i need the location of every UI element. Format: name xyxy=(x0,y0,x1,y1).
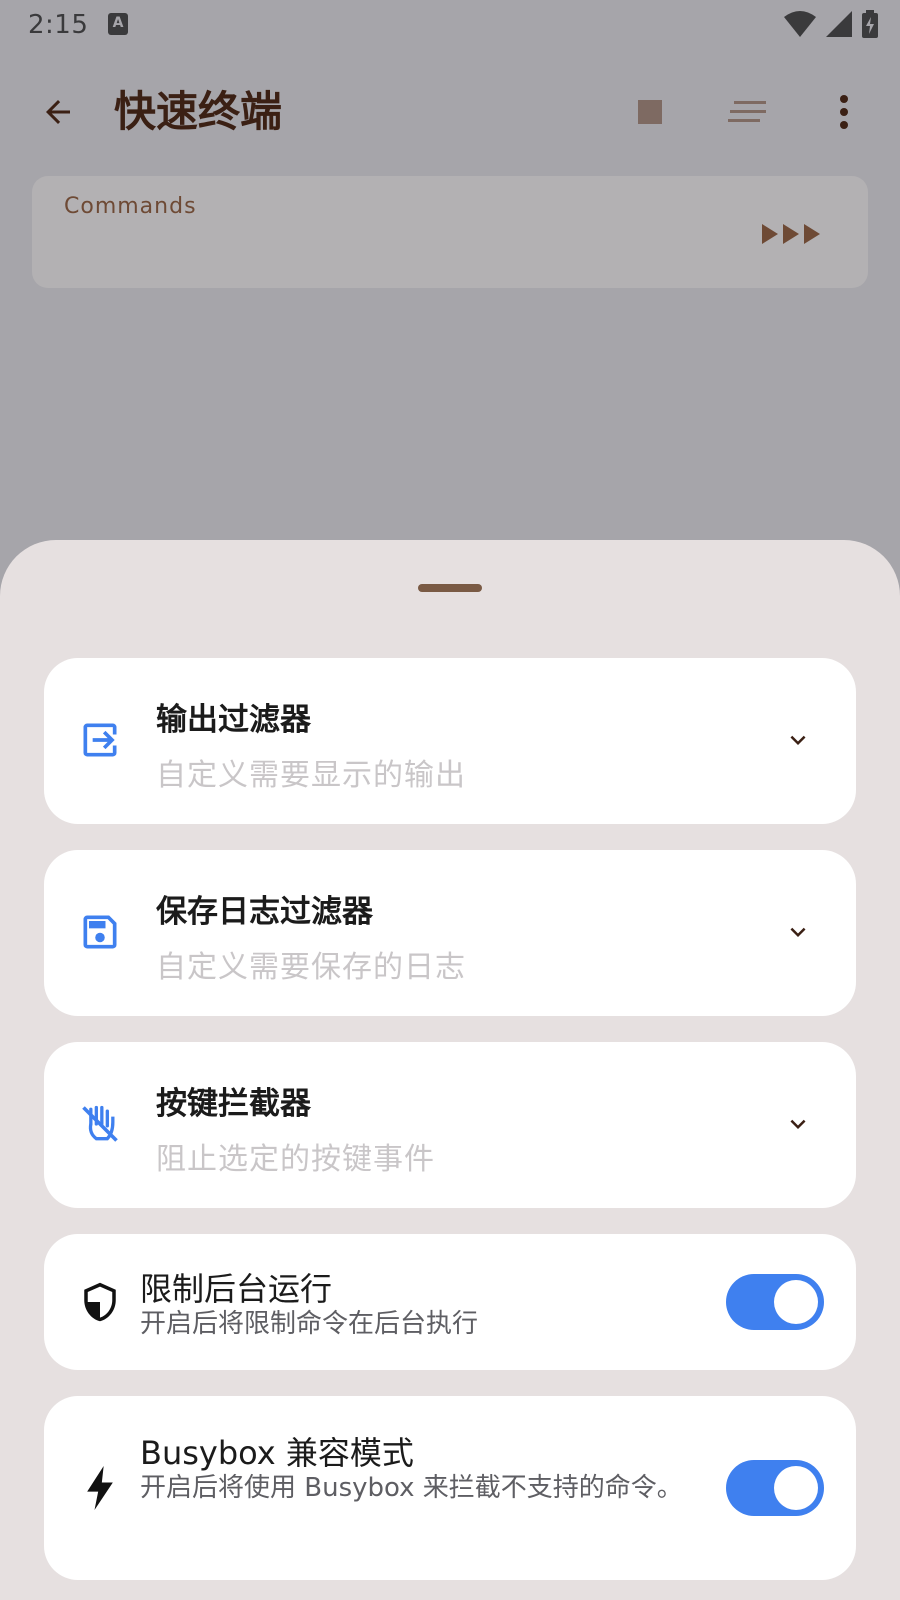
output-filter-card[interactable]: 输出过滤器 自定义需要显示的输出 xyxy=(44,658,856,824)
switch-knob xyxy=(774,1466,818,1510)
toggle-title: Busybox 兼容模式 xyxy=(140,1434,414,1472)
card-subtitle: 自定义需要保存的日志 xyxy=(156,950,466,985)
chevron-down-icon xyxy=(790,1119,806,1129)
toggle-subtitle: 开启后将限制命令在后台执行 xyxy=(140,1309,479,1339)
card-title: 按键拦截器 xyxy=(156,1086,311,1122)
card-subtitle: 自定义需要显示的输出 xyxy=(156,758,466,793)
chevron-down-icon xyxy=(790,927,806,937)
back-button[interactable] xyxy=(30,84,86,140)
switch-knob xyxy=(774,1280,818,1324)
shield-icon xyxy=(76,1278,124,1326)
do-not-touch-icon xyxy=(76,1100,124,1148)
toggle-subtitle: 开启后将使用 Busybox 来拦截不支持的命令。 xyxy=(140,1473,683,1503)
restrict-background-switch[interactable] xyxy=(726,1274,824,1330)
save-log-filter-card[interactable]: 保存日志过滤器 自定义需要保存的日志 xyxy=(44,850,856,1016)
log-filter-button[interactable] xyxy=(720,84,776,140)
commands-input[interactable]: Commands xyxy=(32,176,868,288)
signal-icon xyxy=(826,11,852,37)
status-icons xyxy=(784,10,878,38)
busybox-compat-card[interactable]: Busybox 兼容模式 开启后将使用 Busybox 来拦截不支持的命令。 xyxy=(44,1396,856,1580)
sort-lines-icon xyxy=(728,101,766,122)
arrow-back-icon xyxy=(46,100,70,124)
stop-icon xyxy=(638,100,662,124)
notification-icon: A xyxy=(108,13,128,35)
card-subtitle: 阻止选定的按键事件 xyxy=(156,1142,435,1177)
busybox-compat-switch[interactable] xyxy=(726,1460,824,1516)
stop-button[interactable] xyxy=(622,84,678,140)
toggle-title: 限制后台运行 xyxy=(140,1270,333,1308)
run-button[interactable] xyxy=(762,216,832,252)
card-title: 输出过滤器 xyxy=(156,702,311,738)
expand-button[interactable] xyxy=(778,1104,818,1144)
restrict-background-card[interactable]: 限制后台运行 开启后将限制命令在后台执行 xyxy=(44,1234,856,1370)
output-icon xyxy=(76,716,124,764)
key-interceptor-card[interactable]: 按键拦截器 阻止选定的按键事件 xyxy=(44,1042,856,1208)
commands-label: Commands xyxy=(64,194,197,219)
more-options-button[interactable] xyxy=(816,84,872,140)
battery-icon xyxy=(862,10,878,38)
chevron-down-icon xyxy=(790,735,806,745)
expand-button[interactable] xyxy=(778,912,818,952)
wifi-icon xyxy=(784,11,816,37)
card-title: 保存日志过滤器 xyxy=(156,894,373,930)
status-bar: 2:15 A xyxy=(0,0,900,50)
expand-button[interactable] xyxy=(778,720,818,760)
run-triple-arrow-icon xyxy=(762,224,820,244)
status-time: 2:15 xyxy=(28,10,89,40)
more-vert-icon xyxy=(840,95,848,129)
bolt-icon xyxy=(76,1464,124,1512)
drag-handle[interactable] xyxy=(418,584,482,592)
bottom-sheet: 输出过滤器 自定义需要显示的输出 保存日志过滤器 自定义需要保存的日志 按键拦截… xyxy=(0,540,900,1600)
page-title: 快速终端 xyxy=(114,87,283,136)
app-bar: 快速终端 xyxy=(0,62,900,162)
save-icon xyxy=(76,908,124,956)
